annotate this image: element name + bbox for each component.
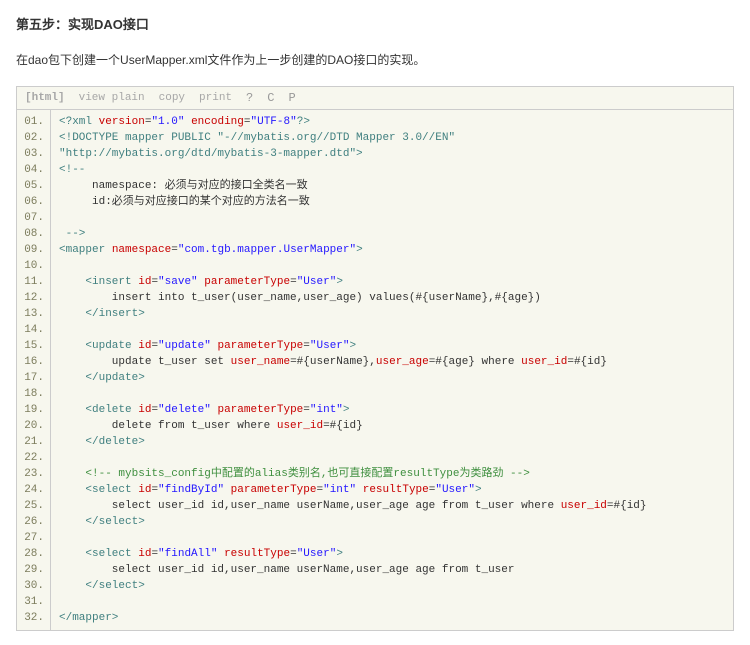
code-line: select user_id id,user_name userName,use… — [59, 498, 733, 514]
line-number: 02. — [17, 130, 50, 146]
code-line: id:必须与对应接口的某个对应的方法名一致 — [59, 194, 733, 210]
code-area: 01.02.03.04.05.06.07.08.09.10.11.12.13.1… — [17, 110, 733, 630]
line-number: 22. — [17, 450, 50, 466]
line-number: 27. — [17, 530, 50, 546]
code-line — [59, 530, 733, 546]
code-line: <insert id="save" parameterType="User"> — [59, 274, 733, 290]
line-number: 11. — [17, 274, 50, 290]
code-block: [html] view plain copy print ? C P 01.02… — [16, 86, 734, 631]
line-number: 15. — [17, 338, 50, 354]
line-number: 31. — [17, 594, 50, 610]
code-line: "http://mybatis.org/dtd/mybatis-3-mapper… — [59, 146, 733, 162]
code-line: select user_id id,user_name userName,use… — [59, 562, 733, 578]
code-line: <!DOCTYPE mapper PUBLIC "-//mybatis.org/… — [59, 130, 733, 146]
line-number: 17. — [17, 370, 50, 386]
line-number: 18. — [17, 386, 50, 402]
line-number: 24. — [17, 482, 50, 498]
code-line — [59, 258, 733, 274]
line-number: 12. — [17, 290, 50, 306]
copy-link[interactable]: copy — [159, 92, 185, 104]
code-toolbar: [html] view plain copy print ? C P — [17, 87, 733, 110]
code-line — [59, 594, 733, 610]
line-number: 23. — [17, 466, 50, 482]
code-line — [59, 322, 733, 338]
code-line: </select> — [59, 578, 733, 594]
line-number: 14. — [17, 322, 50, 338]
line-number: 08. — [17, 226, 50, 242]
code-line: <select id="findById" parameterType="int… — [59, 482, 733, 498]
line-number-gutter: 01.02.03.04.05.06.07.08.09.10.11.12.13.1… — [17, 110, 51, 630]
code-line: </update> — [59, 370, 733, 386]
line-number: 13. — [17, 306, 50, 322]
line-number: 20. — [17, 418, 50, 434]
code-line: <!-- mybsits_config中配置的alias类别名,也可直接配置re… — [59, 466, 733, 482]
line-number: 07. — [17, 210, 50, 226]
code-line: delete from t_user where user_id=#{id} — [59, 418, 733, 434]
line-number: 09. — [17, 242, 50, 258]
code-line: <?xml version="1.0" encoding="UTF-8"?> — [59, 114, 733, 130]
line-number: 30. — [17, 578, 50, 594]
code-p-icon[interactable]: P — [288, 91, 295, 105]
code-line: <update id="update" parameterType="User"… — [59, 338, 733, 354]
line-number: 10. — [17, 258, 50, 274]
code-line: update t_user set user_name=#{userName},… — [59, 354, 733, 370]
code-line: </insert> — [59, 306, 733, 322]
code-line: <select id="findAll" resultType="User"> — [59, 546, 733, 562]
lang-label: [html] — [25, 92, 65, 104]
code-line: insert into t_user(user_name,user_age) v… — [59, 290, 733, 306]
line-number: 04. — [17, 162, 50, 178]
code-line: </delete> — [59, 434, 733, 450]
code-line: namespace: 必须与对应的接口全类名一致 — [59, 178, 733, 194]
code-line: <delete id="delete" parameterType="int"> — [59, 402, 733, 418]
line-number: 26. — [17, 514, 50, 530]
line-number: 05. — [17, 178, 50, 194]
code-line — [59, 210, 733, 226]
code-line: </mapper> — [59, 610, 733, 626]
help-icon[interactable]: ? — [246, 91, 253, 105]
line-number: 16. — [17, 354, 50, 370]
line-number: 32. — [17, 610, 50, 626]
code-line — [59, 450, 733, 466]
code-c-icon[interactable]: C — [267, 91, 274, 105]
code-line — [59, 386, 733, 402]
line-number: 29. — [17, 562, 50, 578]
print-link[interactable]: print — [199, 92, 232, 104]
code-lines: <?xml version="1.0" encoding="UTF-8"?><!… — [51, 110, 733, 630]
line-number: 06. — [17, 194, 50, 210]
line-number: 28. — [17, 546, 50, 562]
line-number: 25. — [17, 498, 50, 514]
line-number: 03. — [17, 146, 50, 162]
code-line: </select> — [59, 514, 733, 530]
line-number: 01. — [17, 114, 50, 130]
view-plain-link[interactable]: view plain — [79, 92, 145, 104]
code-line: <!-- — [59, 162, 733, 178]
step-heading: 第五步：实现DAO接口 — [16, 14, 734, 33]
step-description: 在dao包下创建一个UserMapper.xml文件作为上一步创建的DAO接口的… — [16, 51, 734, 68]
line-number: 19. — [17, 402, 50, 418]
code-line: --> — [59, 226, 733, 242]
code-line: <mapper namespace="com.tgb.mapper.UserMa… — [59, 242, 733, 258]
line-number: 21. — [17, 434, 50, 450]
